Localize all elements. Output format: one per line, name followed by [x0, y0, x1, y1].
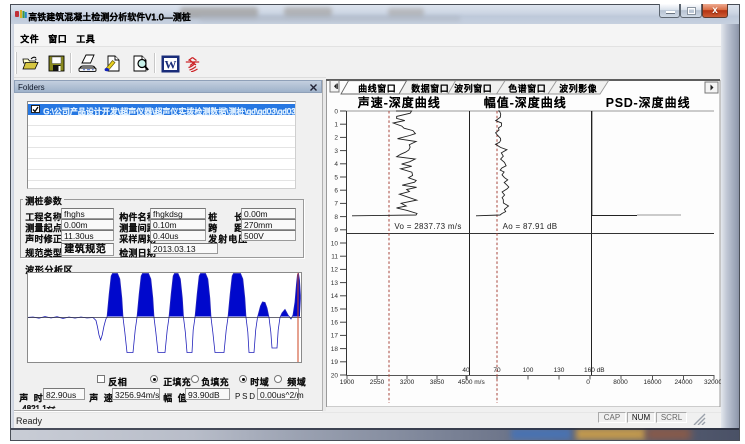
svg-text:4500 m/s: 4500 m/s — [458, 379, 485, 386]
svg-text:5: 5 — [334, 174, 338, 181]
svg-text:幅值-深度曲线: 幅值-深度曲线 — [484, 95, 567, 110]
svg-text:PSD-深度曲线: PSD-深度曲线 — [606, 95, 691, 110]
svg-text:160 dB: 160 dB — [584, 367, 605, 374]
svg-text:Ao = 87.91 dB: Ao = 87.91 dB — [503, 222, 558, 231]
svg-text:9: 9 — [334, 227, 338, 234]
svg-text:13: 13 — [331, 280, 339, 287]
svg-text:6: 6 — [334, 188, 338, 195]
svg-text:14: 14 — [331, 293, 339, 300]
svg-text:Vo = 2837.73 m/s: Vo = 2837.73 m/s — [394, 222, 461, 231]
svg-text:3850: 3850 — [430, 379, 445, 386]
svg-text:3200: 3200 — [400, 379, 415, 386]
svg-text:20: 20 — [331, 372, 339, 379]
svg-text:15: 15 — [331, 306, 339, 313]
svg-text:1: 1 — [334, 122, 338, 129]
svg-text:波列影像: 波列影像 — [559, 83, 597, 94]
svg-text:18: 18 — [331, 346, 339, 353]
svg-text:8000: 8000 — [613, 379, 628, 386]
svg-text:2: 2 — [334, 135, 338, 142]
svg-text:7: 7 — [334, 201, 338, 208]
svg-text:19: 19 — [331, 359, 339, 366]
svg-text:16: 16 — [331, 320, 339, 327]
svg-text:2550: 2550 — [370, 379, 385, 386]
svg-text:数据窗口: 数据窗口 — [411, 83, 449, 94]
svg-text:16000: 16000 — [643, 379, 661, 386]
svg-text:17: 17 — [331, 333, 339, 340]
svg-text:4: 4 — [334, 161, 338, 168]
svg-text:曲线窗口: 曲线窗口 — [358, 83, 396, 94]
svg-text:0: 0 — [586, 379, 590, 386]
svg-text:11: 11 — [331, 254, 338, 261]
svg-text:130: 130 — [554, 367, 565, 374]
svg-text:0: 0 — [334, 108, 338, 115]
svg-text:3: 3 — [334, 148, 338, 155]
svg-text:12: 12 — [331, 267, 339, 274]
svg-text:32000: 32000 — [704, 379, 721, 386]
svg-text:W: W — [165, 58, 177, 72]
svg-text:1900: 1900 — [340, 379, 355, 386]
svg-text:波列窗口: 波列窗口 — [454, 83, 492, 94]
svg-text:10: 10 — [331, 240, 339, 247]
svg-text:24000: 24000 — [674, 379, 692, 386]
svg-text:声速-深度曲线: 声速-深度曲线 — [358, 95, 441, 110]
svg-text:8: 8 — [334, 214, 338, 221]
svg-text:100: 100 — [523, 367, 534, 374]
svg-text:色谱窗口: 色谱窗口 — [508, 83, 546, 94]
svg-text:40: 40 — [462, 367, 470, 374]
